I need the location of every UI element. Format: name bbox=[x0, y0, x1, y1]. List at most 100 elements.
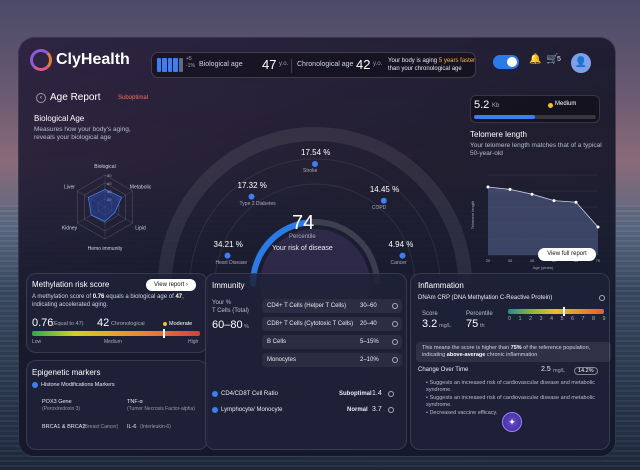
moderate-dot-icon bbox=[163, 322, 167, 326]
info-icon[interactable] bbox=[392, 321, 398, 327]
metric-label: Stroke bbox=[303, 168, 318, 174]
x-tick-label: 20 bbox=[486, 258, 491, 263]
radar-tick-label: 60 bbox=[107, 181, 112, 186]
radar-tick-label: 40 bbox=[107, 189, 112, 194]
score-value: 3.2 bbox=[422, 318, 438, 330]
risk-gauge bbox=[158, 127, 472, 299]
metric-label: COPD bbox=[371, 204, 387, 211]
methylation-desc: A methylation score of 0.76 equals a bio… bbox=[32, 294, 184, 308]
immunity-row-value: 2–10% bbox=[360, 357, 379, 363]
radar-chart: Biological Metabolic Lipid Hemo immunity Kid… bbox=[62, 164, 152, 252]
radar-axis-label: Metabolic bbox=[130, 185, 152, 191]
metric-dot-icon bbox=[399, 252, 406, 259]
scale-tick-label: 1 bbox=[518, 316, 522, 322]
percentile-value: 75 bbox=[466, 318, 479, 330]
info-icon[interactable] bbox=[392, 339, 398, 345]
logo[interactable]: ClyHealth bbox=[30, 49, 130, 71]
scale-tick-label: 2 bbox=[529, 316, 533, 322]
info-icon[interactable] bbox=[388, 407, 394, 413]
scale-tick-label: 5 bbox=[560, 316, 564, 322]
page-title: Age Report bbox=[50, 92, 101, 103]
epigenetic-item-sub: (Breast Cancer) bbox=[83, 424, 119, 430]
logo-mark-icon bbox=[30, 49, 52, 71]
scale-low: Low bbox=[32, 339, 42, 345]
telomere-unit: Kb bbox=[492, 103, 500, 109]
metric-value: 17.32 % bbox=[237, 180, 267, 190]
gauge-value: 74 bbox=[292, 212, 315, 234]
x-tick-label: 40 bbox=[530, 258, 535, 263]
ratio-status: Suboptimal bbox=[339, 391, 372, 397]
x-tick-label: 70 bbox=[596, 258, 601, 263]
telomere-desc: Your telomere length matches that of a t… bbox=[470, 142, 602, 157]
scale-tick-label: 8 bbox=[592, 316, 596, 322]
radar-tick-label: 80 bbox=[107, 173, 112, 178]
radar-axis-label: Liver bbox=[64, 185, 75, 191]
metric-dot-icon bbox=[380, 197, 387, 204]
status-dot-icon bbox=[548, 103, 553, 108]
immunity-row-value: 30–60 bbox=[360, 303, 377, 309]
scale-tick-label: 4 bbox=[550, 316, 554, 322]
metric-value: 17.54 % bbox=[301, 148, 331, 157]
telomere-title: Telomere length bbox=[470, 130, 527, 139]
metric-value: 34.21 % bbox=[213, 239, 243, 249]
epigenetic-item-sub: (Tumor Necrosis Factor-alpha) bbox=[127, 406, 195, 412]
back-button[interactable]: ‹ bbox=[36, 93, 46, 103]
info-icon[interactable] bbox=[388, 391, 394, 397]
avatar[interactable]: 👤 bbox=[571, 53, 591, 73]
metric-value: 4.94 % bbox=[388, 239, 414, 249]
radar-axis-label: Biological bbox=[94, 164, 115, 170]
app-content: ClyHealth +5 -1% Biological age 47 y.o. C… bbox=[18, 37, 616, 457]
epigenetic-item[interactable]: POX3 Gene bbox=[42, 399, 72, 405]
x-tick-label: 30 bbox=[508, 258, 513, 263]
methylation-marker bbox=[163, 329, 166, 338]
radar-area bbox=[87, 188, 123, 222]
methylation-level: Moderate bbox=[169, 321, 193, 327]
battery-delta: +5 bbox=[186, 56, 192, 62]
inflammation-callout: This means the score is higher than 75% … bbox=[416, 342, 611, 362]
methylation-scale bbox=[32, 331, 200, 336]
immunity-row[interactable]: CD8+ T Cells (Cytotoxic T Cells) 20–40 bbox=[262, 317, 402, 331]
scale-tick-label: 3 bbox=[539, 316, 543, 322]
chrono-age-unit: y.o. bbox=[373, 61, 383, 67]
aging-highlight: 5 years faster bbox=[438, 58, 476, 64]
theme-toggle[interactable] bbox=[493, 55, 519, 69]
view-report-button[interactable]: View report › bbox=[146, 279, 196, 291]
x-axis-label: Age (years) bbox=[533, 265, 554, 270]
telomere-point bbox=[552, 199, 556, 203]
score-label: Score bbox=[422, 311, 438, 317]
telomere-status: Medium bbox=[555, 101, 577, 107]
radar-axis-label: Hemo immunity bbox=[88, 246, 123, 252]
info-icon[interactable] bbox=[392, 357, 398, 363]
info-icon[interactable] bbox=[599, 295, 605, 301]
bell-icon[interactable]: 🔔 bbox=[529, 54, 541, 65]
telomere-point bbox=[596, 225, 600, 229]
score-unit: mg/L bbox=[439, 323, 452, 329]
view-full-report-button[interactable]: View full report bbox=[538, 248, 596, 261]
metric-label: Cancer bbox=[390, 259, 407, 266]
gauge-label: Your risk of disease bbox=[272, 245, 333, 252]
aging-note: Your body is aging 5 years faster than y… bbox=[388, 58, 476, 72]
info-icon[interactable] bbox=[392, 303, 398, 309]
marker-dot-icon bbox=[32, 382, 38, 388]
methylation-score: 0.76 bbox=[32, 317, 54, 329]
inflammation-bullet: • Suggests an increased risk of cardiova… bbox=[426, 395, 595, 408]
ai-assistant-button[interactable]: ✦ bbox=[502, 412, 522, 432]
ratio-label: Lymphocyte/ Monocyte bbox=[221, 407, 283, 413]
epigenetic-item[interactable]: IL-6 bbox=[127, 424, 136, 430]
immunity-row[interactable]: Monocytes 2–10% bbox=[262, 353, 402, 367]
radar-axis-label: Lipid bbox=[135, 226, 146, 232]
crp-scale bbox=[508, 309, 604, 314]
immunity-row-label: Monocytes bbox=[267, 357, 297, 363]
immunity-row-label: CD4+ T Cells (Helper T Cells) bbox=[267, 303, 347, 309]
inflammation-title: Inflammation bbox=[418, 281, 464, 290]
immunity-row[interactable]: CD4+ T Cells (Helper T Cells) 30–60 bbox=[262, 299, 402, 313]
epigenetic-item[interactable]: TNF-α bbox=[127, 399, 143, 405]
scale-tick-label: 0 bbox=[508, 316, 512, 322]
immunity-row[interactable]: B Cells 5–15% bbox=[262, 335, 402, 349]
epigenetic-item[interactable]: BRCA1 & BRCA2 bbox=[42, 424, 85, 430]
bio-age-value: 47 bbox=[262, 57, 277, 72]
ratio-dot-icon bbox=[212, 391, 218, 397]
scale-medium: Medium bbox=[104, 339, 122, 345]
percentile-unit: th bbox=[480, 323, 485, 329]
methylation-chrono-label: Chronological bbox=[111, 321, 145, 327]
